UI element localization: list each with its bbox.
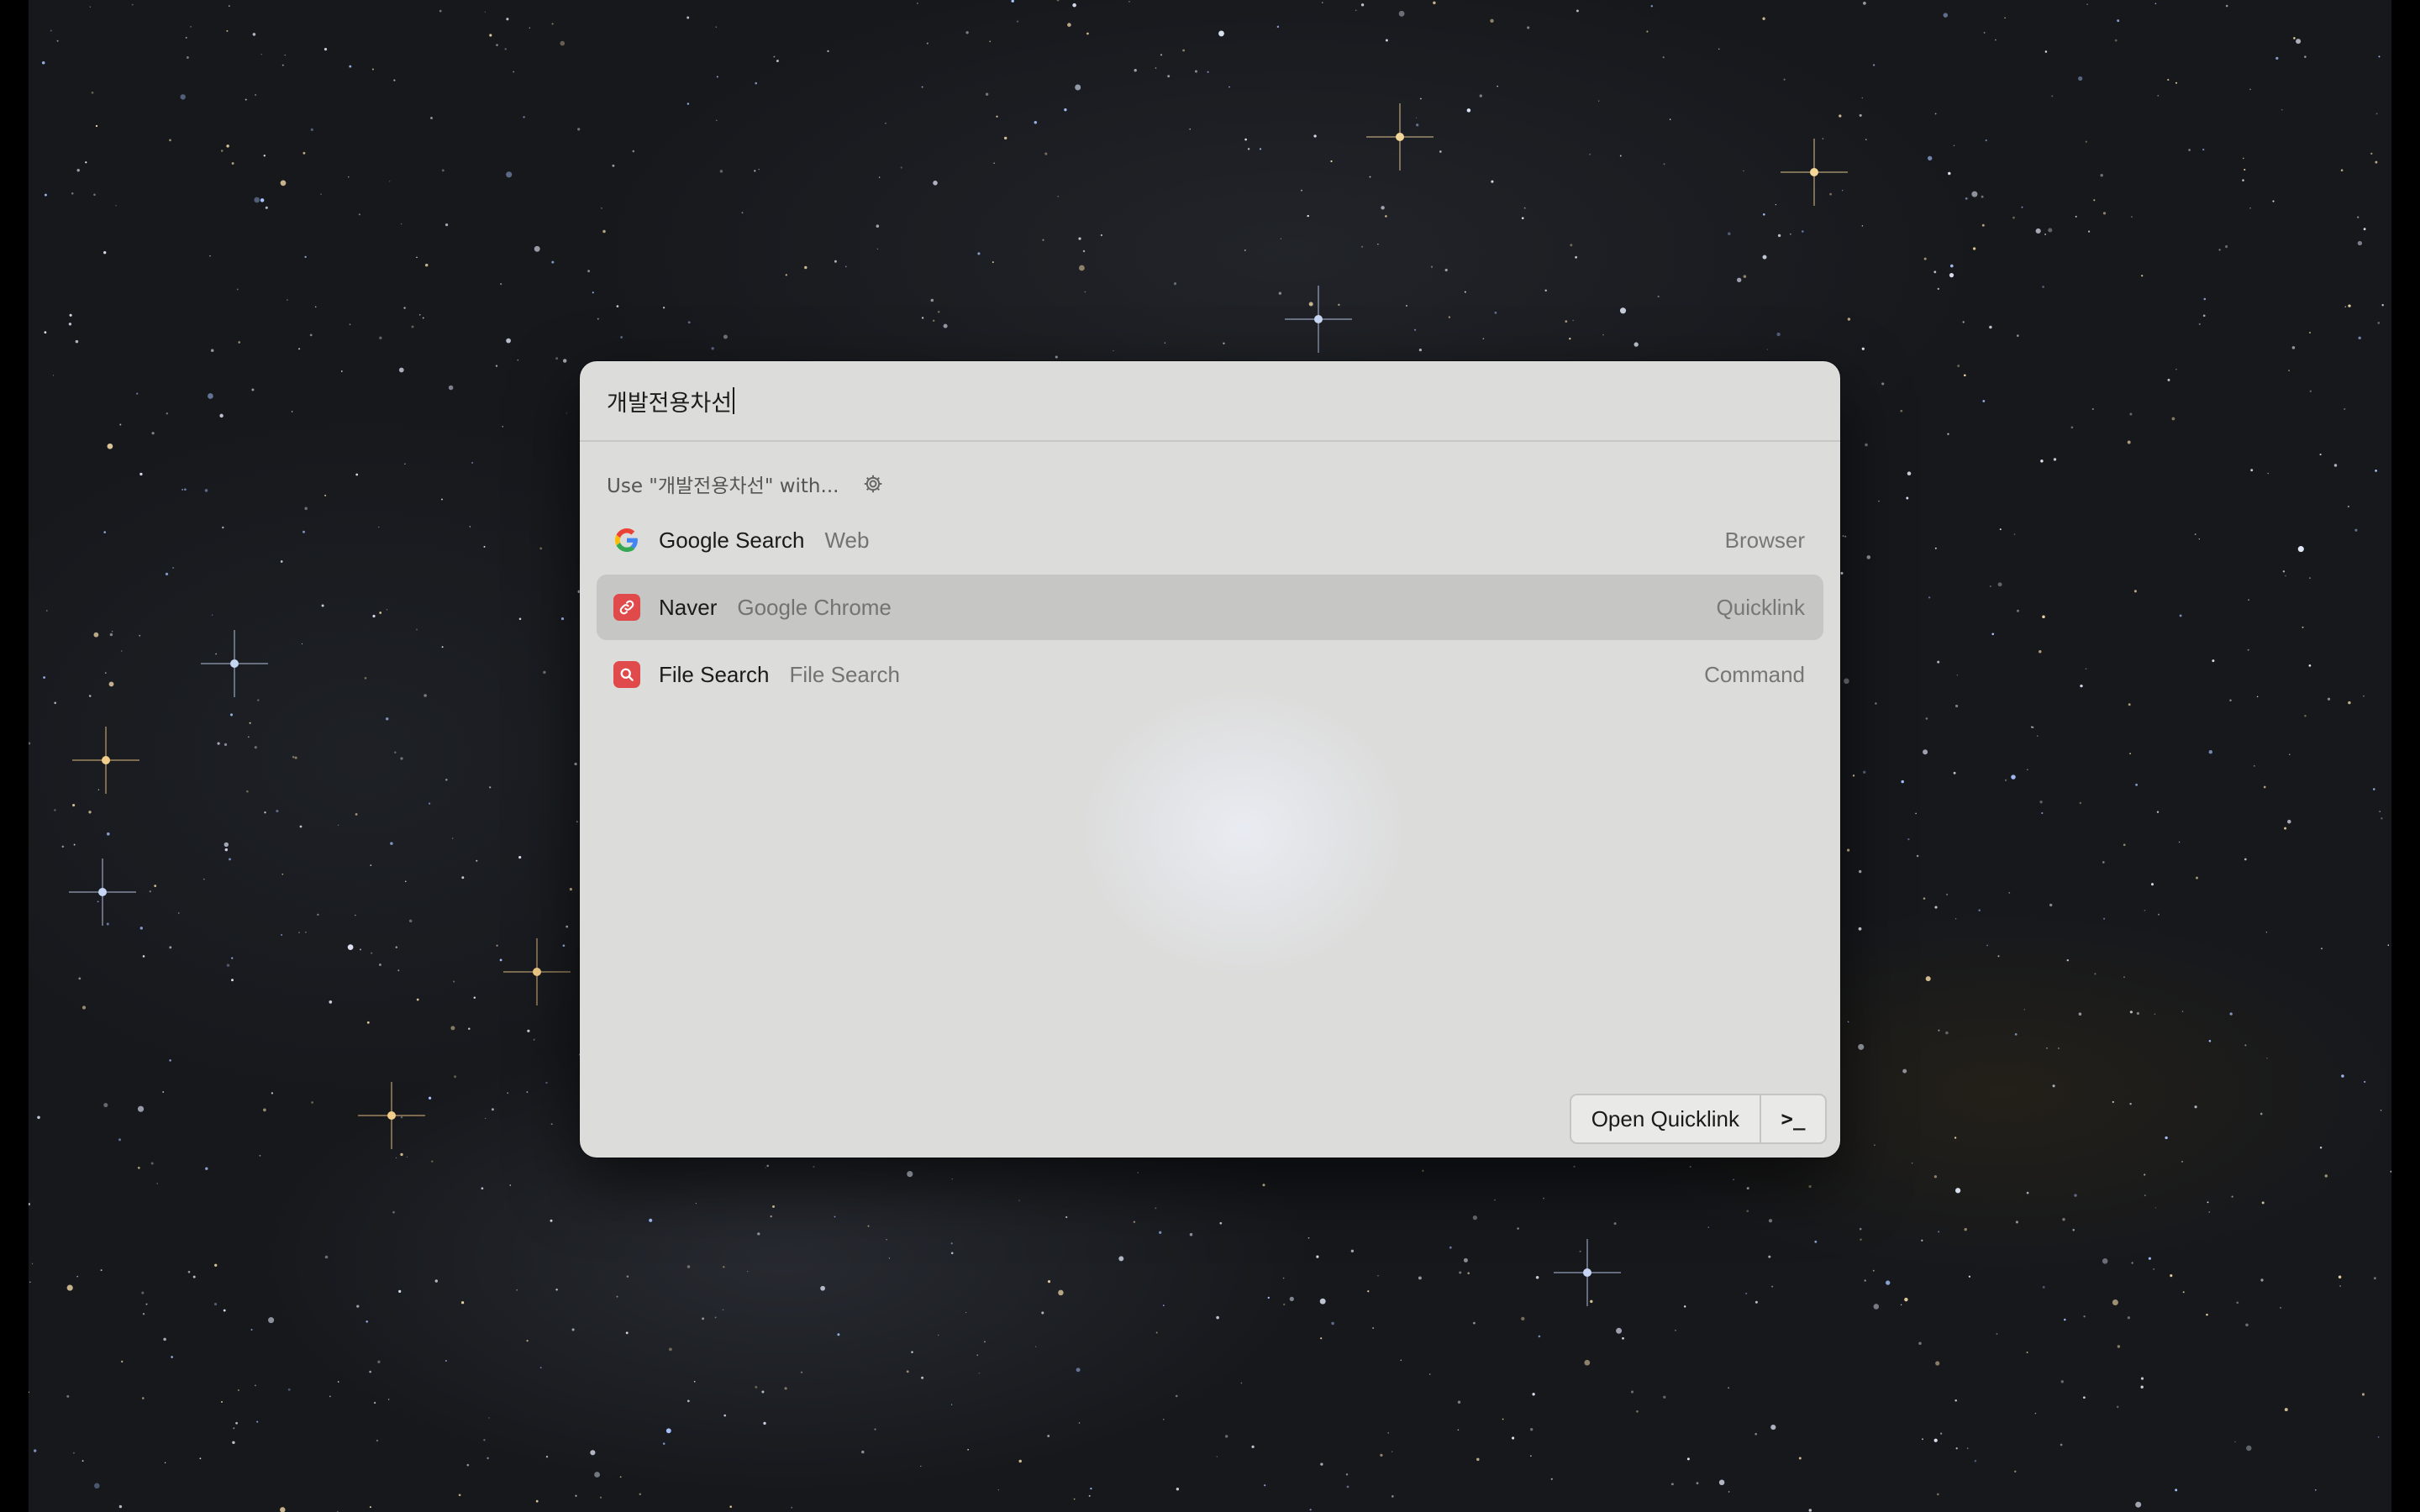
result-row-file-search[interactable]: File Search File Search Command bbox=[597, 642, 1823, 707]
fallback-header-label: Use "개발전용차선" with... bbox=[607, 475, 839, 497]
search-query-text: 개발전용차선 bbox=[607, 390, 733, 417]
result-type: Browser bbox=[1724, 527, 1805, 553]
result-row-naver[interactable]: Naver Google Chrome Quicklink bbox=[597, 575, 1823, 640]
google-icon bbox=[613, 527, 640, 554]
terminal-prompt-icon[interactable]: >_ bbox=[1761, 1095, 1825, 1142]
text-caret bbox=[733, 387, 735, 414]
result-subtitle: Google Chrome bbox=[737, 594, 892, 620]
results-list: Google Search Web Browser Naver Google C… bbox=[580, 507, 1840, 707]
result-row-google-search[interactable]: Google Search Web Browser bbox=[597, 507, 1823, 573]
action-bar: Open Quicklink >_ bbox=[1569, 1094, 1827, 1144]
search-input[interactable]: 개발전용차선 bbox=[607, 385, 735, 417]
link-icon bbox=[613, 594, 640, 621]
result-type: Quicklink bbox=[1716, 594, 1805, 620]
search-bar[interactable]: 개발전용차선 bbox=[580, 361, 1840, 442]
result-title: Naver bbox=[659, 594, 718, 620]
result-subtitle: Web bbox=[824, 527, 870, 553]
result-title: File Search bbox=[659, 661, 770, 687]
result-title: Google Search bbox=[659, 527, 805, 553]
magnifier-icon bbox=[613, 661, 640, 688]
result-type: Command bbox=[1704, 661, 1805, 687]
fallback-section-header: Use "개발전용차선" with... bbox=[580, 469, 1840, 499]
open-quicklink-button[interactable]: Open Quicklink bbox=[1571, 1095, 1760, 1142]
gear-icon[interactable] bbox=[862, 473, 884, 495]
result-subtitle: File Search bbox=[789, 661, 901, 687]
launcher-window: 개발전용차선 Use "개발전용차선" with... Google Searc… bbox=[580, 361, 1840, 1158]
